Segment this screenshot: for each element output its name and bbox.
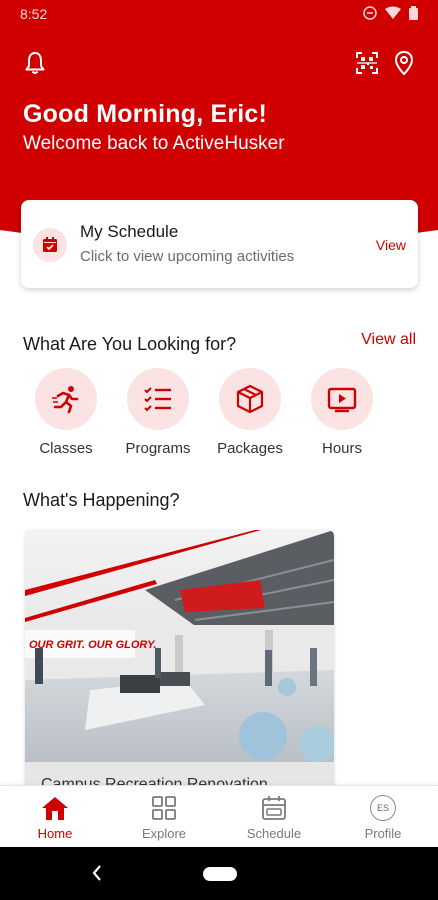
calendar-icon	[260, 794, 288, 822]
category-label: Programs	[125, 440, 191, 457]
category-programs[interactable]: Programs	[118, 368, 198, 457]
back-chevron-icon[interactable]	[90, 863, 104, 883]
schedule-subtitle: Click to view upcoming activities	[80, 248, 295, 265]
category-hours[interactable]: Hours	[302, 368, 382, 457]
happening-title: What's Happening?	[23, 490, 180, 510]
welcome-subtitle: Welcome back to ActiveHusker	[23, 133, 285, 154]
news-card[interactable]: OUR GRIT. OUR GLORY. Campus Recreation R…	[25, 530, 334, 790]
category-packages[interactable]: Packages	[210, 368, 290, 457]
status-icons	[363, 6, 418, 20]
home-icon	[41, 794, 69, 822]
status-time: 8:52	[20, 6, 48, 22]
category-label: Hours	[321, 440, 362, 457]
schedule-title: My Schedule	[80, 222, 179, 241]
category-label: Classes	[39, 440, 93, 457]
qr-scan-icon[interactable]	[354, 50, 380, 76]
wall-text: OUR GRIT. OUR GLORY.	[29, 639, 157, 651]
checklist-icon	[127, 368, 189, 430]
my-schedule-card[interactable]: My Schedule Click to view upcoming activ…	[21, 200, 418, 288]
nav-home[interactable]: Home	[10, 794, 100, 841]
nav-label: Profile	[364, 826, 402, 841]
status-bar: 8:52	[0, 0, 438, 28]
home-gesture-pill[interactable]	[203, 867, 237, 881]
calendar-check-icon	[33, 228, 67, 262]
location-pin-icon[interactable]	[391, 50, 417, 76]
system-navigation-bar	[0, 847, 438, 900]
category-classes[interactable]: Classes	[26, 368, 106, 457]
profile-initials: ES	[370, 795, 396, 821]
nav-label: Schedule	[246, 826, 302, 841]
bottom-navigation: Home Explore Schedule ES Profile	[0, 785, 438, 847]
nav-schedule[interactable]: Schedule	[229, 794, 319, 841]
nav-profile[interactable]: ES Profile	[338, 794, 428, 841]
running-icon	[35, 368, 97, 430]
bell-icon[interactable]	[22, 50, 48, 76]
nav-label: Home	[37, 826, 73, 841]
nav-label: Explore	[141, 826, 187, 841]
wifi-icon	[385, 6, 401, 19]
schedule-view-link[interactable]: View	[376, 237, 406, 253]
gym-photo: OUR GRIT. OUR GLORY.	[25, 530, 334, 762]
categories-title: What Are You Looking for?	[23, 334, 237, 354]
greeting-title: Good Morning, Eric!	[23, 100, 268, 128]
do-not-disturb-icon	[363, 6, 377, 20]
play-video-icon	[311, 368, 373, 430]
category-label: Packages	[217, 440, 283, 457]
view-all-link[interactable]: View all	[361, 331, 416, 349]
profile-avatar-icon: ES	[369, 794, 397, 822]
grid-icon	[150, 794, 178, 822]
nav-explore[interactable]: Explore	[119, 794, 209, 841]
battery-icon	[409, 6, 418, 20]
box-icon	[219, 368, 281, 430]
